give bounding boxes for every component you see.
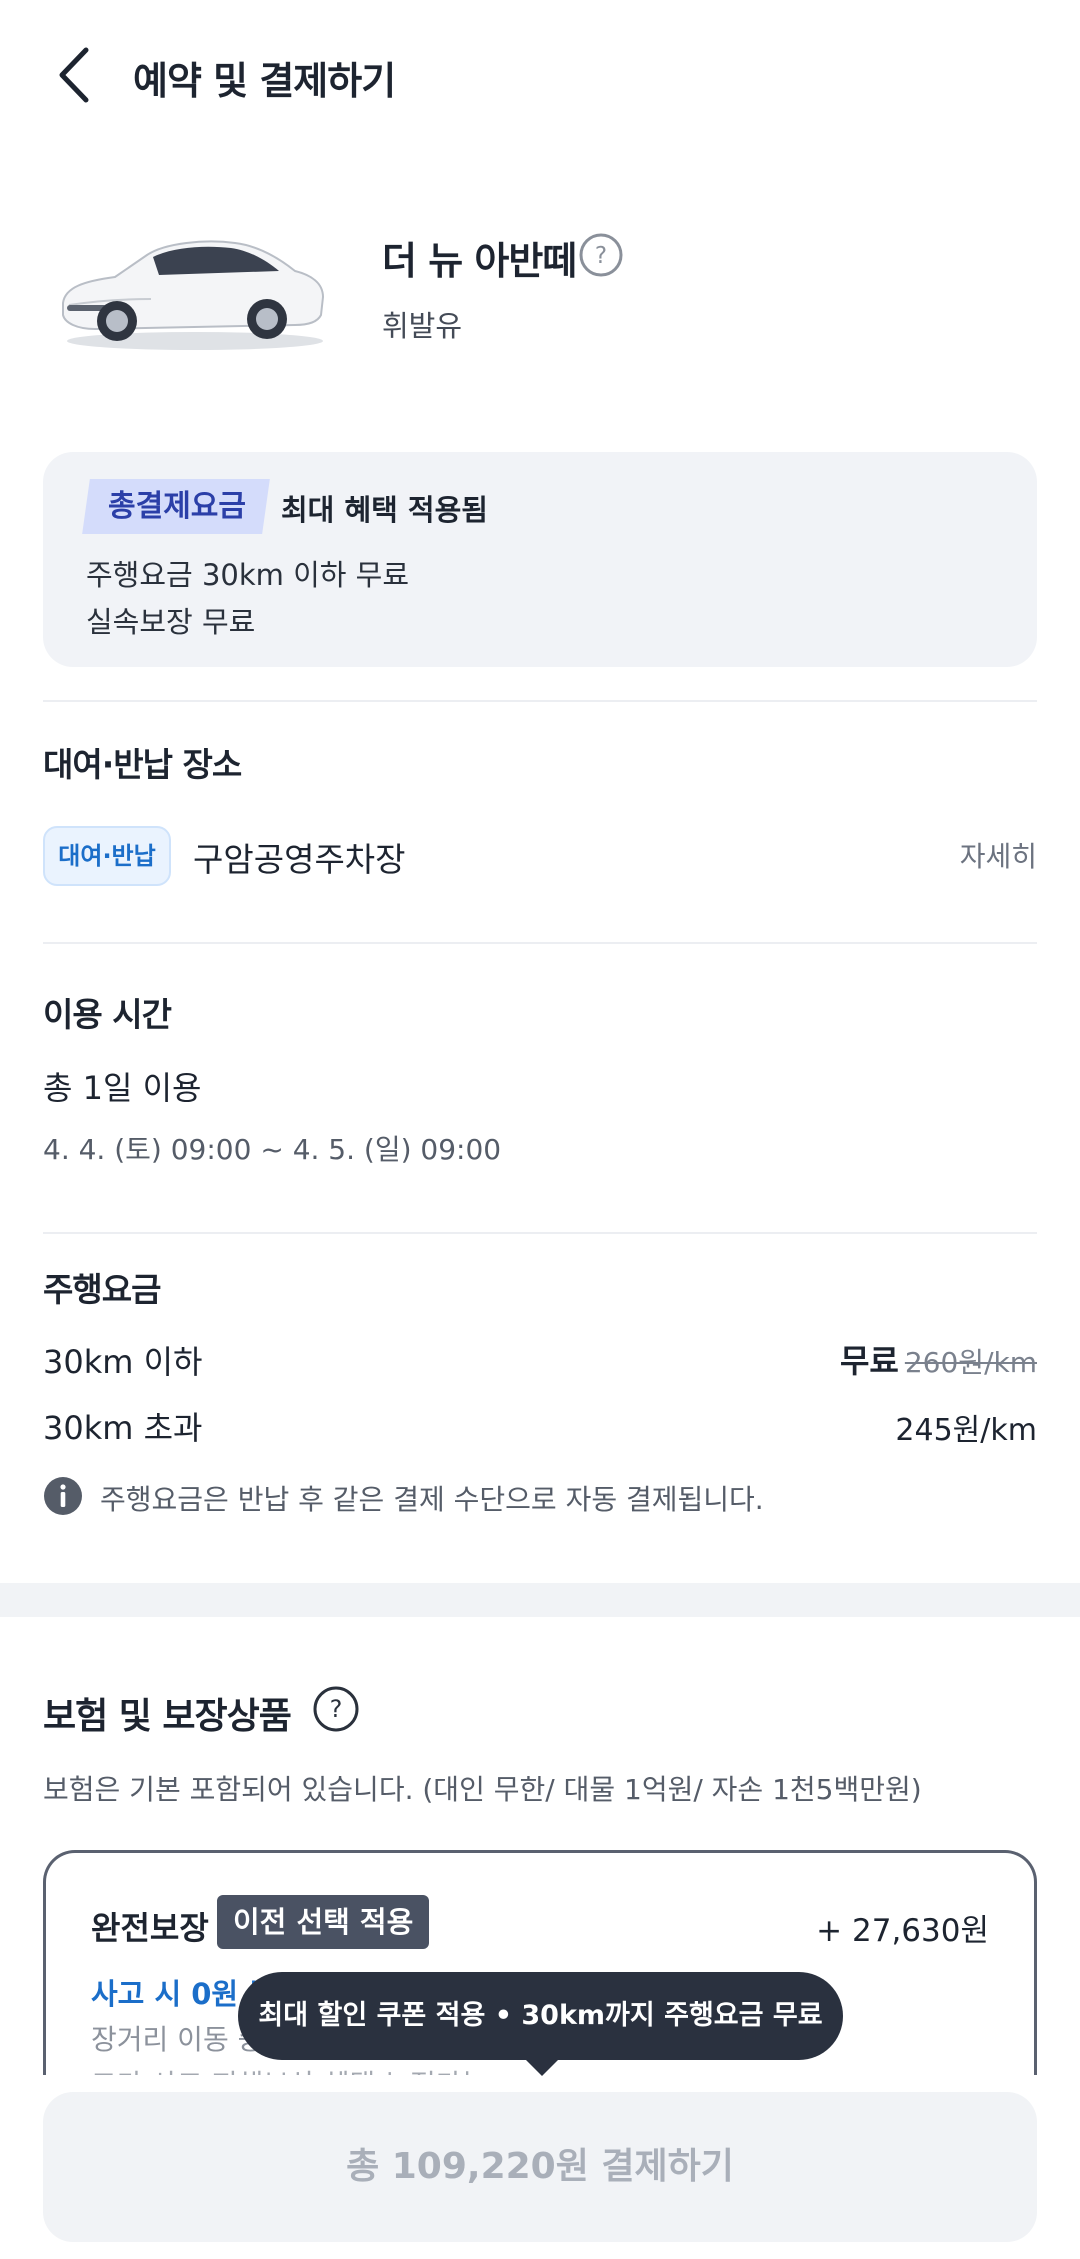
section-gap xyxy=(0,1583,1080,1617)
plan-detail: 장거리 이동 중 xyxy=(91,2023,264,2056)
location-section-title: 대여·반납 장소 xyxy=(43,745,242,784)
info-icon xyxy=(43,1476,83,1516)
insurance-section-title: 보험 및 보장상품 xyxy=(43,1696,292,1737)
plan-name: 완전보장 xyxy=(91,1909,209,1947)
benefit-box: 총결제요금 최대 혜택 적용됨 주행요금 30km 이하 무료 실속보장 무료 xyxy=(43,452,1037,667)
benefit-item: 주행요금 30km 이하 무료 xyxy=(86,558,410,592)
divider xyxy=(43,1232,1037,1234)
location-badge: 대여·반납 xyxy=(43,826,171,886)
fee-row-label: 30km 초과 xyxy=(43,1409,203,1447)
car-name: 더 뉴 아반떼 xyxy=(382,239,577,283)
location-name: 구암공영주차장 xyxy=(193,840,406,879)
location-detail-link[interactable]: 자세히 xyxy=(960,835,1037,875)
car-image xyxy=(55,225,330,355)
help-icon[interactable]: ? xyxy=(312,1685,360,1733)
tooltip-arrow xyxy=(524,2058,560,2076)
promo-tooltip: 최대 할인 쿠폰 적용 • 30km까지 주행요금 무료 xyxy=(238,1972,843,2060)
fee-row-value: 무료 260원/km xyxy=(840,1336,1037,1382)
benefit-tag-label: 총결제요금 xyxy=(108,489,246,524)
fee-free-label: 무료 xyxy=(839,1342,899,1380)
svg-text:?: ? xyxy=(595,243,607,269)
benefit-tag: 총결제요금 xyxy=(82,479,270,534)
fee-info-text: 주행요금은 반납 후 같은 결제 수단으로 자동 결제됩니다. xyxy=(100,1483,764,1516)
usage-range: 4. 4. (토) 09:00 ~ 4. 5. (일) 09:00 xyxy=(43,1133,502,1166)
fee-original-price: 260원/km xyxy=(904,1346,1037,1379)
plan-price: + 27,630원 xyxy=(816,1913,989,1949)
svg-text:?: ? xyxy=(330,1695,343,1723)
plan-previous-badge: 이전 선택 적용 xyxy=(217,1895,430,1949)
divider xyxy=(43,942,1037,944)
usage-total: 총 1일 이용 xyxy=(43,1069,202,1107)
fee-row-value: 245원/km xyxy=(895,1413,1037,1448)
back-icon[interactable] xyxy=(50,40,110,110)
help-icon[interactable]: ? xyxy=(578,232,624,278)
pay-button[interactable]: 총 109,220원 결제하기 xyxy=(43,2092,1037,2242)
divider xyxy=(43,700,1037,702)
page-title: 예약 및 결제하기 xyxy=(133,59,396,103)
car-fuel-type: 휘발유 xyxy=(382,309,463,343)
usage-section-title: 이용 시간 xyxy=(43,995,172,1034)
driving-fee-title: 주행요금 xyxy=(43,1270,161,1309)
benefit-item: 실속보장 무료 xyxy=(86,605,256,639)
insurance-description: 보험은 기본 포함되어 있습니다. (대인 무한/ 대물 1억원/ 자손 1천5… xyxy=(43,1773,922,1806)
fee-row-label: 30km 이하 xyxy=(43,1343,203,1381)
header: 예약 및 결제하기 xyxy=(0,0,1080,150)
benefit-status: 최대 혜택 적용됨 xyxy=(281,493,488,527)
